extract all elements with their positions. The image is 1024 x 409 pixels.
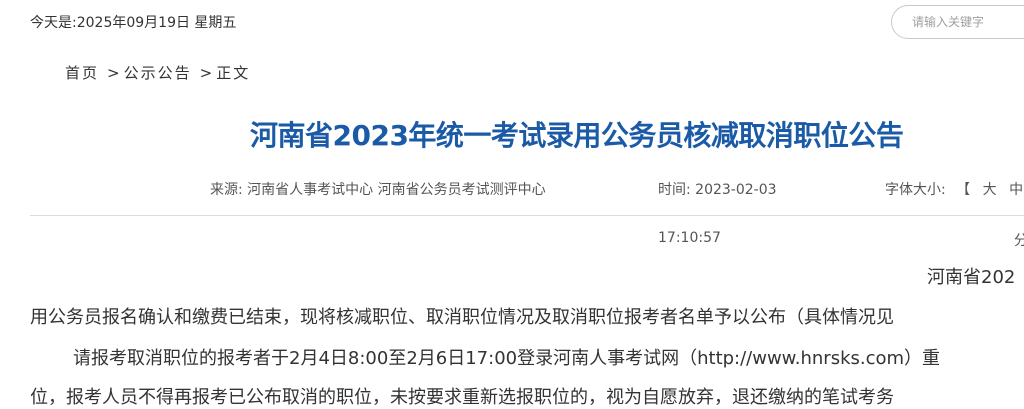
font-size-control: 字体大小: 【 大 中 xyxy=(885,179,1024,199)
breadcrumb-home-link[interactable]: 首页 xyxy=(65,62,99,83)
article-time: 时间: 2023-02-03 xyxy=(658,179,777,199)
breadcrumb-separator: > xyxy=(107,64,120,82)
meta-divider xyxy=(30,215,1024,216)
paragraph-1: 用公务员报名确认和缴费已结束，现将核减职位、取消职位情况及取消职位报考者名单予以… xyxy=(30,307,894,328)
time-label: 时间: xyxy=(658,182,691,198)
article-source: 来源: 河南省人事考试中心 河南省公务员考试测评中心 xyxy=(210,179,546,199)
font-size-label: 字体大小: xyxy=(885,182,946,198)
source-value: 河南省人事考试中心 河南省公务员考试测评中心 xyxy=(247,182,546,198)
breadcrumb: 首页 > 公示公告 > 正文 xyxy=(65,62,250,83)
article-title: 河南省2023年统一考试录用公务员核减取消职位公告 xyxy=(250,119,904,152)
source-label: 来源: xyxy=(210,182,243,198)
search-input[interactable] xyxy=(891,5,1024,39)
breadcrumb-separator: > xyxy=(199,64,213,82)
paragraph-2: 请报考取消职位的报考者于2月4日8:00至2月6日17:00登录河南人事考试网（… xyxy=(73,348,941,369)
share-label[interactable]: 分 xyxy=(1014,230,1024,250)
time-clock: 17:10:57 xyxy=(658,230,721,246)
breadcrumb-current: 正文 xyxy=(216,64,251,82)
font-size-options[interactable]: 【 大 中 xyxy=(956,182,1024,198)
paragraph-3: 位，报考人员不得再报考已公布取消的职位，未按要求重新选报职位的，视为自愿放弃，退… xyxy=(30,387,894,408)
paragraph-intro: 河南省202 xyxy=(927,267,1016,288)
breadcrumb-section-link[interactable]: 公示公告 xyxy=(124,62,192,83)
current-date: 今天是:2025年09月19日 星期五 xyxy=(30,15,237,31)
time-date: 2023-02-03 xyxy=(695,182,777,198)
